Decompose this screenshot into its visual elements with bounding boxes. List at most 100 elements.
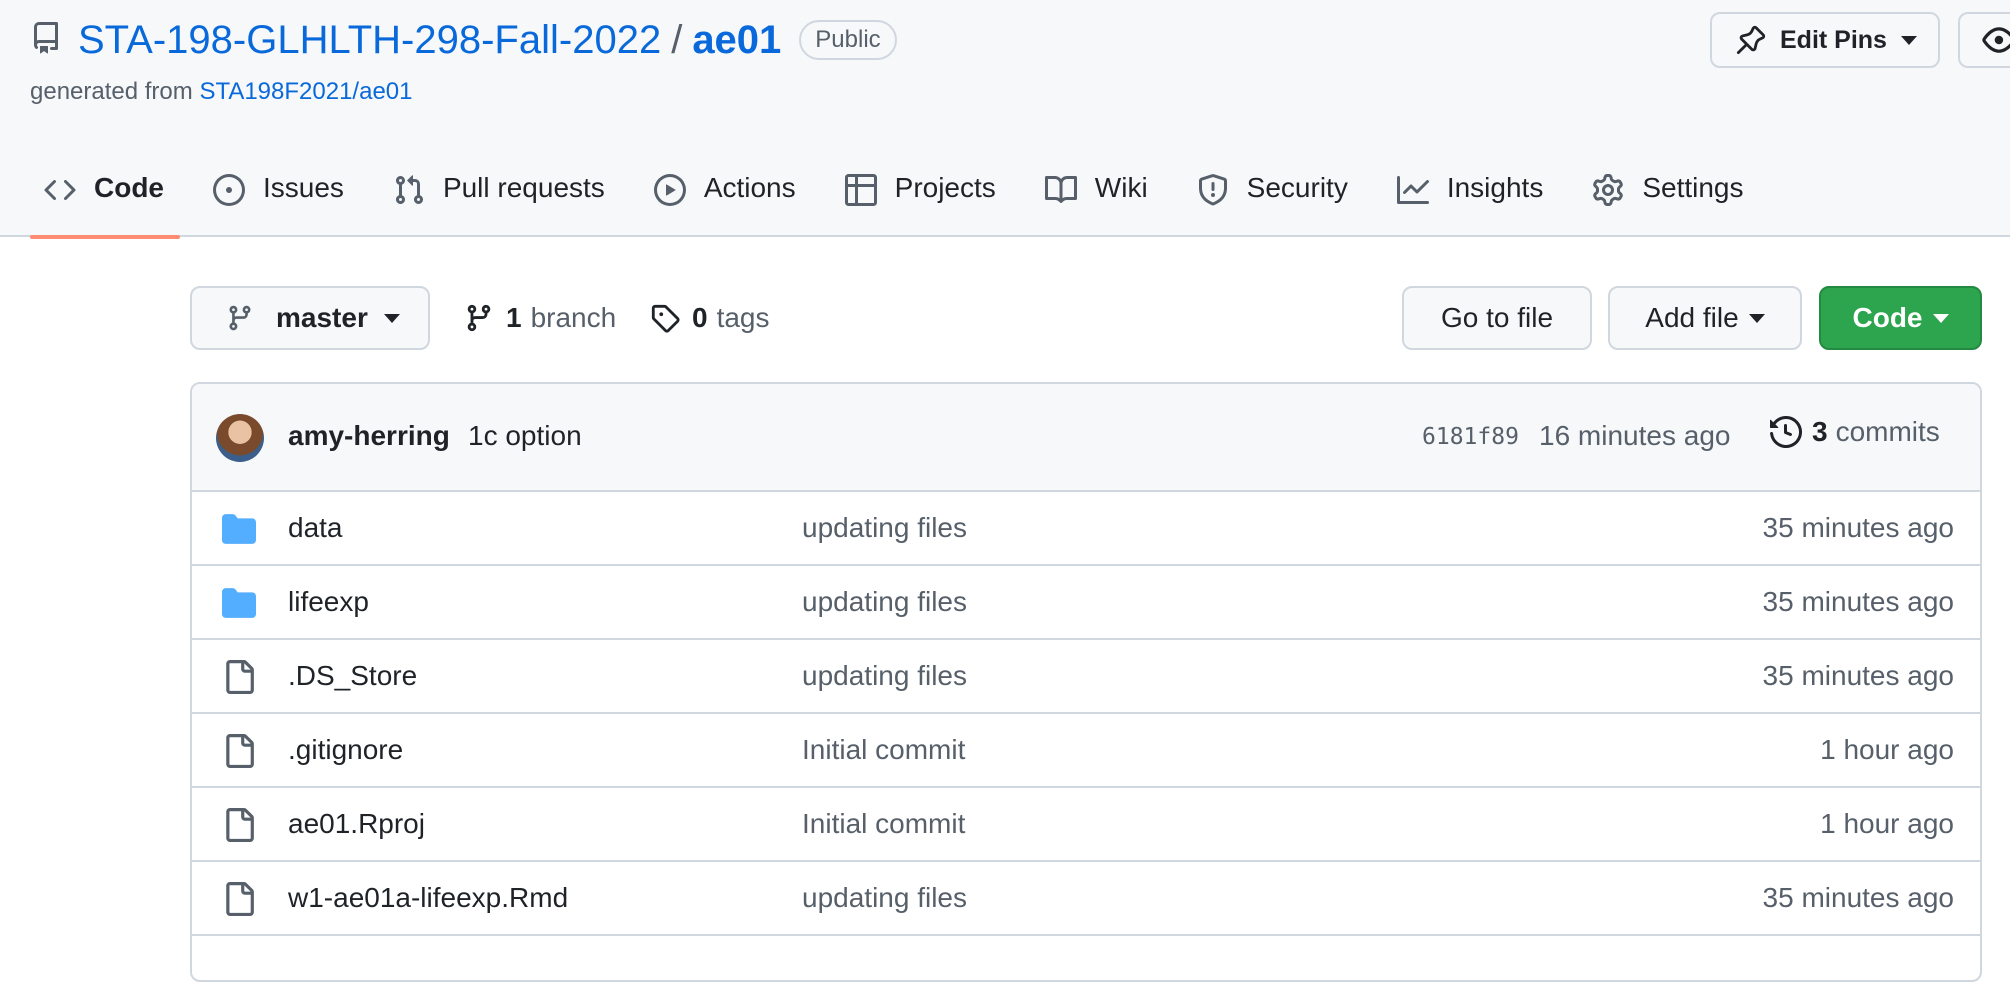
file-icon (226, 734, 254, 768)
folder-icon (222, 514, 256, 544)
tab-settings[interactable]: Settings (1578, 160, 1759, 237)
add-file-label: Add file (1645, 302, 1739, 333)
tag-icon (651, 304, 680, 333)
repo-header: STA-198-GLHLTH-298-Fall-2022 / ae01 Publ… (0, 0, 2010, 239)
tab-label: Wiki (1094, 172, 1148, 203)
tag-count: 0 (692, 302, 708, 333)
chevron-down-icon (1748, 313, 1765, 323)
tab-label: Insights (1446, 172, 1544, 203)
pin-icon (1736, 25, 1766, 55)
file-commit-link[interactable]: updating files (802, 660, 967, 692)
file-icon (226, 882, 254, 916)
commit-message-link[interactable]: 1c option (468, 420, 582, 452)
branch-label: branch (530, 302, 617, 333)
commit-time: 16 minutes ago (1539, 420, 1731, 451)
code-icon (44, 179, 76, 201)
file-commit-link[interactable]: updating files (802, 882, 967, 914)
template-repo-link[interactable]: STA198F2021/ae01 (199, 78, 412, 105)
play-icon (653, 174, 686, 206)
file-age: 1 hour ago (1820, 808, 1954, 839)
go-to-file-button[interactable]: Go to file (1402, 286, 1592, 350)
watch-button[interactable] (1958, 12, 2010, 68)
tab-label: Actions (703, 172, 796, 203)
latest-commit-bar: amy-herring 1c option 6181f89 16 minutes… (192, 384, 1980, 492)
pull-request-icon (395, 175, 423, 205)
tab-label: Issues (263, 172, 344, 203)
add-file-button[interactable]: Add file (1608, 286, 1802, 350)
table-row: data updating files 35 minutes ago (192, 492, 1980, 566)
file-commit-link[interactable]: updating files (802, 512, 967, 544)
branch-name: master (276, 302, 368, 333)
file-name-link[interactable]: .gitignore (288, 734, 403, 766)
avatar[interactable] (216, 414, 264, 462)
file-icon (226, 808, 254, 842)
edit-pins-button[interactable]: Edit Pins (1710, 12, 1940, 68)
commit-sha-link[interactable]: 6181f89 (1422, 424, 1519, 450)
table-row: .gitignore Initial commit 1 hour ago (192, 714, 1980, 788)
table-icon (844, 174, 877, 206)
table-row: .DS_Store updating files 35 minutes ago (192, 640, 1980, 714)
tab-security[interactable]: Security (1183, 160, 1364, 237)
file-age: 1 hour ago (1820, 734, 1954, 765)
repo-path-separator: / (671, 17, 683, 62)
generated-from-label: generated from (30, 78, 193, 105)
file-age: 35 minutes ago (1762, 586, 1954, 617)
go-to-file-label: Go to file (1440, 302, 1554, 333)
issue-icon (213, 174, 245, 206)
book-icon (1044, 175, 1077, 203)
table-row: ae01.Rproj Initial commit 1 hour ago (192, 788, 1980, 862)
file-name-link[interactable]: data (288, 512, 343, 544)
tag-label: tags (716, 302, 770, 333)
file-age: 35 minutes ago (1762, 512, 1954, 543)
tab-label: Pull requests (442, 172, 605, 203)
tab-code[interactable]: Code (30, 160, 180, 239)
file-name-link[interactable]: lifeexp (288, 586, 369, 618)
branches-link[interactable]: 1 branch (464, 296, 616, 340)
commits-link[interactable]: 3 commits (1770, 416, 1940, 448)
repo-icon (33, 22, 58, 54)
git-branch-icon (229, 305, 251, 331)
shield-icon (1198, 174, 1227, 206)
tags-link[interactable]: 0 tags (650, 296, 770, 340)
tab-insights[interactable]: Insights (1383, 160, 1560, 237)
chevron-down-icon (1932, 313, 1949, 323)
tab-label: Code (94, 172, 164, 203)
tab-projects[interactable]: Projects (831, 160, 1012, 237)
file-name-link[interactable]: .DS_Store (288, 660, 417, 692)
tab-issues[interactable]: Issues (199, 160, 360, 237)
tab-actions[interactable]: Actions (640, 160, 812, 237)
history-icon (1770, 416, 1802, 448)
graph-icon (1396, 176, 1429, 204)
chevron-down-icon (383, 313, 400, 323)
file-name-link[interactable]: w1-ae01a-lifeexp.Rmd (288, 882, 568, 914)
file-listing: amy-herring 1c option 6181f89 16 minutes… (190, 382, 1982, 982)
eye-icon (1982, 27, 2010, 53)
table-row: lifeexp updating files 35 minutes ago (192, 566, 1980, 640)
branch-count: 1 (506, 302, 522, 333)
file-icon (226, 660, 254, 694)
file-age: 35 minutes ago (1762, 882, 1954, 913)
chevron-down-icon (1900, 35, 1917, 45)
commit-author-link[interactable]: amy-herring (288, 420, 450, 452)
tab-pull-requests[interactable]: Pull requests (379, 160, 621, 237)
tab-label: Security (1246, 172, 1348, 203)
file-commit-link[interactable]: updating files (802, 586, 967, 618)
git-branch-icon (467, 304, 491, 332)
repo-title: STA-198-GLHLTH-298-Fall-2022 / ae01 Publ… (78, 14, 897, 66)
generated-from: generated from STA198F2021/ae01 (30, 78, 412, 106)
repo-name-link[interactable]: ae01 (692, 18, 781, 63)
file-name-link[interactable]: ae01.Rproj (288, 808, 425, 840)
tab-wiki[interactable]: Wiki (1031, 160, 1164, 237)
edit-pins-label: Edit Pins (1780, 25, 1887, 54)
tab-label: Projects (894, 172, 996, 203)
commit-count: 3 (1812, 416, 1828, 447)
visibility-badge: Public (799, 20, 897, 60)
file-commit-link[interactable]: Initial commit (802, 808, 965, 840)
folder-icon (222, 588, 256, 618)
repo-owner-link[interactable]: STA-198-GLHLTH-298-Fall-2022 (78, 18, 661, 63)
file-commit-link[interactable]: Initial commit (802, 734, 965, 766)
repo-tabs: Code Issues Pull requests Actions Projec… (30, 160, 1779, 239)
code-button-label: Code (1852, 302, 1923, 333)
code-dropdown-button[interactable]: Code (1819, 286, 1982, 350)
branch-select-button[interactable]: master (190, 286, 430, 350)
